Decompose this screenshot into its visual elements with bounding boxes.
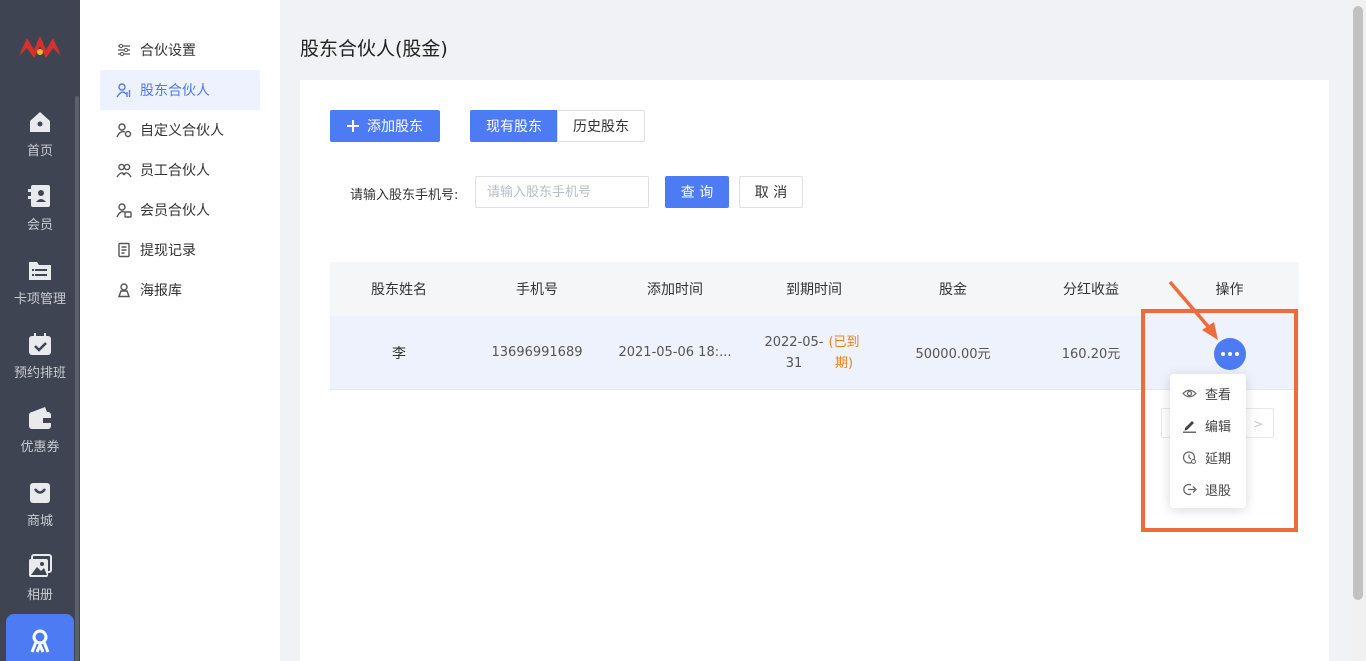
nav-booking-schedule[interactable]: 预约排班 <box>0 330 80 400</box>
main-sidebar: 首页 会员 卡项管理 预约排班 优惠券 商城 相册 <box>0 0 80 661</box>
column-header: 分红收益 <box>1063 282 1119 298</box>
column-header: 股金 <box>939 282 967 298</box>
submenu-staff-partner[interactable]: 员工合伙人 <box>100 150 260 190</box>
document-icon <box>118 242 130 258</box>
submenu-member-partner[interactable]: 会员合伙人 <box>100 190 260 230</box>
nav-card-management[interactable]: 卡项管理 <box>0 256 80 326</box>
shopping-bag-icon <box>30 483 50 503</box>
folder-list-icon <box>29 262 51 280</box>
cancel-button[interactable]: 取 消 <box>739 176 803 208</box>
tab-history-label: 历史股东 <box>573 119 629 135</box>
page-title: 股东合伙人(股金) <box>300 38 448 60</box>
member-partner-icon <box>116 203 132 218</box>
submenu-partner-settings[interactable]: 合伙设置 <box>100 30 260 70</box>
sidebar-scrollbar[interactable] <box>75 96 79 661</box>
column-header: 添加时间 <box>647 282 703 298</box>
wallet-icon <box>29 407 51 429</box>
photo-icon <box>29 554 52 577</box>
table-header: 股东姓名 手机号 添加时间 到期时间 股金 分红收益 操作 <box>330 262 1299 316</box>
partner-icon <box>30 629 50 653</box>
nav-coupon-label: 优惠券 <box>20 440 60 455</box>
nav-coupon[interactable]: 优惠券 <box>0 404 80 474</box>
poster-icon <box>118 283 130 298</box>
phone-search-label: 请输入股东手机号: <box>350 188 459 203</box>
nav-partner[interactable] <box>6 614 74 661</box>
expire-date: 2022-05-31 <box>764 334 824 371</box>
submenu-label: 合伙设置 <box>140 43 196 59</box>
submenu-label: 自定义合伙人 <box>140 123 224 139</box>
nav-member-label: 会员 <box>26 218 53 233</box>
tab-history-shareholders[interactable]: 历史股东 <box>557 110 645 142</box>
partner-submenu: 合伙设置 股东合伙人 自定义合伙人 员工合伙人 会员合伙人 提现记录 海报库 <box>80 0 280 661</box>
nav-home[interactable]: 首页 <box>0 108 80 178</box>
cancel-label: 取 消 <box>754 185 788 201</box>
submenu-shareholder-partner[interactable]: 股东合伙人 <box>100 70 260 110</box>
shareholder-icon <box>116 83 131 98</box>
sliders-icon <box>118 43 130 57</box>
cell-phone: 13696991689 <box>491 345 583 360</box>
nav-card-management-label: 卡项管理 <box>13 292 66 307</box>
cell-capital: 50000.00元 <box>915 347 991 362</box>
tab-current-label: 现有股东 <box>486 119 542 135</box>
add-shareholder-button[interactable]: 添加股东 <box>330 110 440 142</box>
add-shareholder-label: 添加股东 <box>367 119 423 135</box>
calendar-icon <box>29 333 51 355</box>
plus-icon <box>347 120 359 132</box>
column-header: 手机号 <box>516 282 558 298</box>
annotation-arrow-icon <box>1168 280 1218 340</box>
submenu-withdraw-records[interactable]: 提现记录 <box>100 230 260 270</box>
submenu-label: 股东合伙人 <box>140 83 210 99</box>
cell-expire: 2022-05-31 (已到期) <box>744 316 884 389</box>
submenu-label: 员工合伙人 <box>140 163 210 179</box>
custom-partner-icon <box>116 123 132 138</box>
nav-mall-label: 商城 <box>26 514 53 529</box>
home-icon <box>30 112 50 132</box>
submenu-custom-partner[interactable]: 自定义合伙人 <box>100 110 260 150</box>
submenu-poster-library[interactable]: 海报库 <box>100 270 260 310</box>
page-scrollbar-thumb[interactable] <box>1353 6 1363 600</box>
submenu-label: 会员合伙人 <box>140 203 210 219</box>
cell-added-time: 2021-05-06 18:... <box>618 345 732 360</box>
query-label: 查 询 <box>680 185 714 201</box>
member-icon <box>28 185 50 207</box>
expired-status: (已到期) <box>828 334 860 371</box>
column-header: 到期时间 <box>786 282 842 298</box>
nav-mall[interactable]: 商城 <box>0 478 80 548</box>
nav-booking-schedule-label: 预约排班 <box>13 366 66 381</box>
page-scrollbar[interactable] <box>1350 0 1366 661</box>
column-header: 股东姓名 <box>371 282 427 298</box>
nav-home-label: 首页 <box>26 144 53 159</box>
cell-name: 李 <box>392 345 406 362</box>
tab-current-shareholders[interactable]: 现有股东 <box>470 110 558 142</box>
staff-partner-icon <box>116 163 132 178</box>
phone-search-input[interactable] <box>475 176 649 208</box>
query-button[interactable]: 查 询 <box>665 176 729 208</box>
submenu-label: 提现记录 <box>140 243 196 259</box>
submenu-label: 海报库 <box>140 283 182 299</box>
nav-album-label: 相册 <box>26 588 53 603</box>
nav-album[interactable]: 相册 <box>0 552 80 622</box>
cell-dividend: 160.20元 <box>1061 347 1121 362</box>
brand-logo <box>19 36 61 58</box>
nav-member[interactable]: 会员 <box>0 182 80 252</box>
